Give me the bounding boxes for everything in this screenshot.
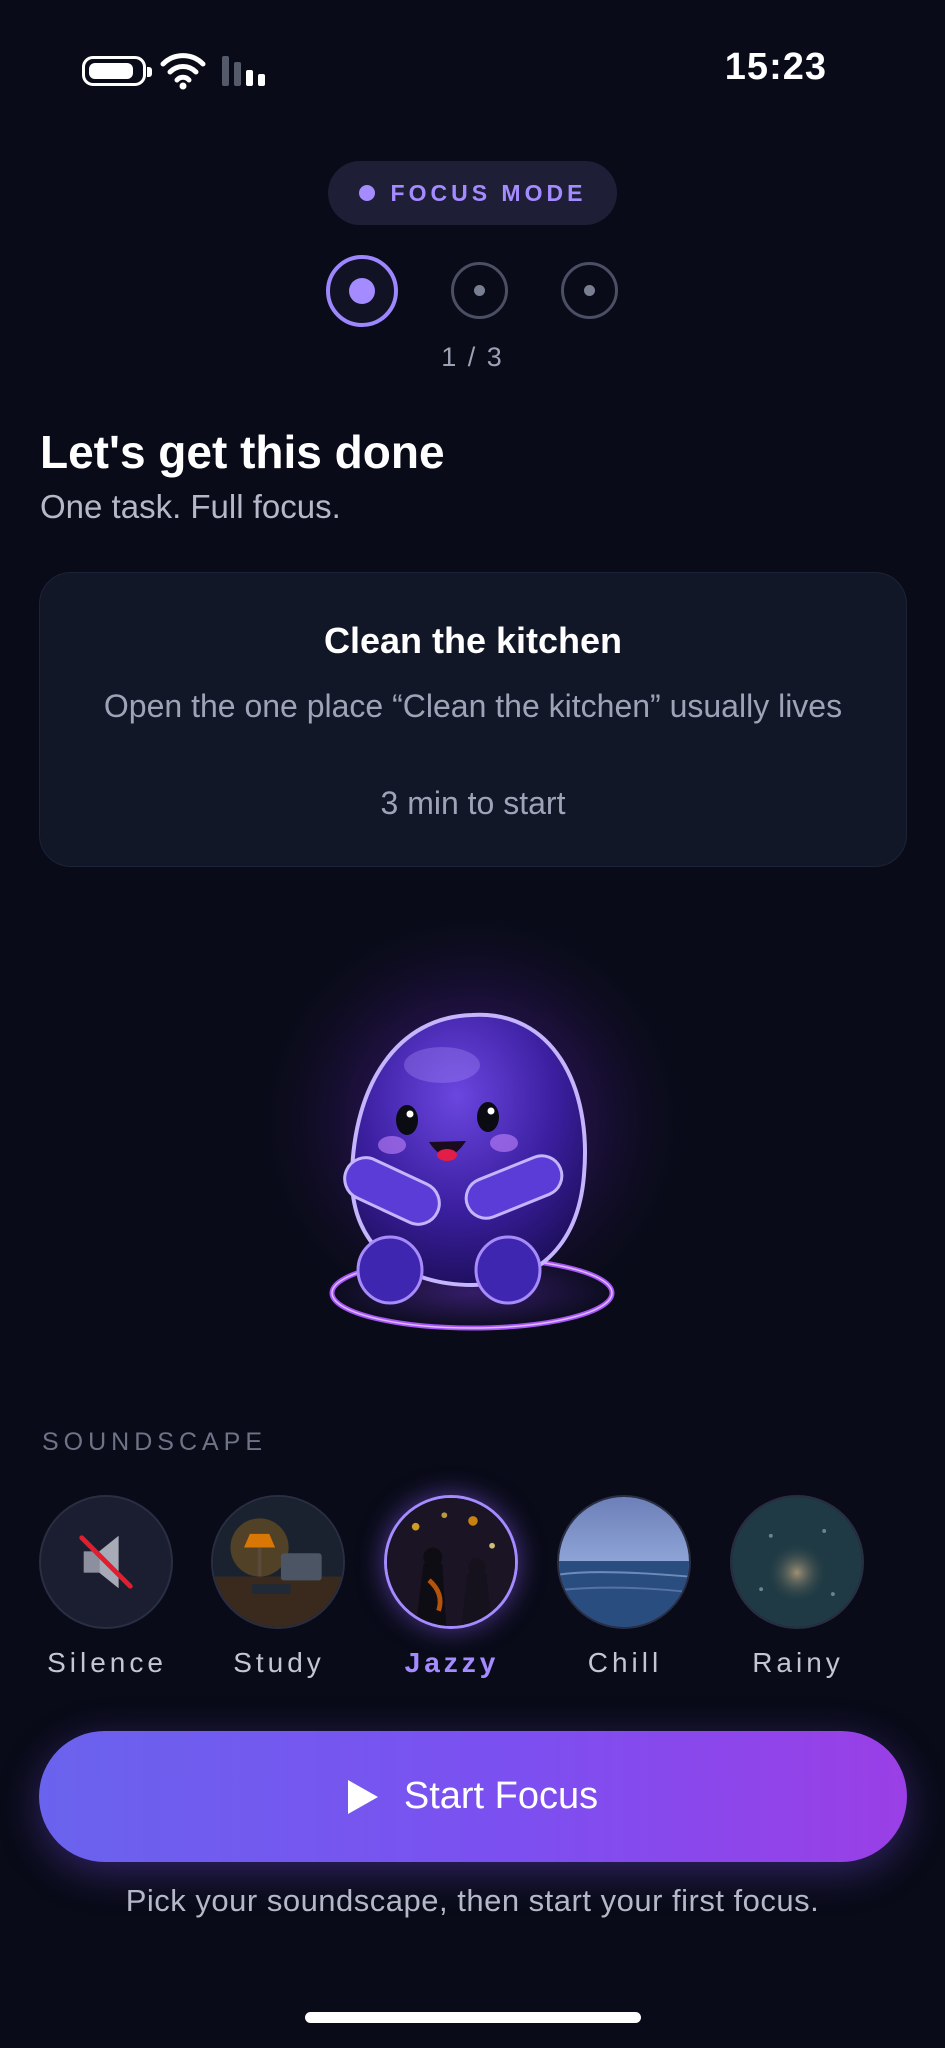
task-description: Open the one place “Clean the kitchen” u… (103, 688, 843, 724)
soundscape-name: Rainy (752, 1647, 844, 1678)
helper-text: Pick your soundscape, then start your fi… (125, 1883, 820, 1918)
mascot-illustration (242, 905, 702, 1355)
start-focus-button[interactable]: Start Focus (39, 1731, 907, 1862)
soundscape-option-rainy[interactable]: Rainy (730, 1495, 866, 1678)
step-indicator-2 (451, 262, 508, 319)
jazzy-thumbnail (384, 1495, 518, 1629)
rainy-thumbnail (730, 1495, 864, 1629)
soundscape-name: Study (233, 1647, 325, 1678)
soundscape-option-silence[interactable]: Silence (39, 1495, 175, 1678)
step-counter: 1 / 3 (441, 342, 504, 372)
soundscape-option-chill[interactable]: Chill (557, 1495, 693, 1678)
task-time-hint: 3 min to start (380, 785, 566, 821)
silence-thumbnail (39, 1495, 173, 1629)
soundscape-label: SOUNDSCAPE (42, 1428, 268, 1456)
soundscape-option-study[interactable]: Study (211, 1495, 347, 1678)
step-indicator-3 (561, 262, 618, 319)
study-thumbnail (211, 1495, 345, 1629)
soundscape-name: Silence (47, 1647, 167, 1678)
soundscape-name: Chill (587, 1647, 663, 1678)
status-bar: 15:23 (0, 0, 945, 140)
focus-mode-label: FOCUS MODE (390, 179, 587, 206)
status-time: 15:23 (724, 46, 827, 88)
wifi-icon (160, 53, 206, 90)
task-title: Clean the kitchen (323, 620, 623, 661)
page-title: Let's get this done (40, 426, 445, 478)
battery-icon (82, 56, 152, 86)
play-icon (347, 1779, 378, 1814)
home-indicator[interactable] (305, 2012, 641, 2023)
focus-mode-badge: FOCUS MODE (328, 161, 617, 225)
soundscape-option-jazzy[interactable]: Jazzy (384, 1495, 520, 1678)
muted-speaker-icon (79, 1535, 133, 1589)
status-dot-icon (358, 185, 375, 201)
start-focus-label: Start Focus (403, 1775, 599, 1817)
page-subtitle: One task. Full focus. (40, 488, 341, 525)
task-card[interactable]: Clean the kitchen Open the one place “Cl… (39, 572, 907, 867)
soundscape-name: Jazzy (404, 1647, 500, 1678)
chill-thumbnail (557, 1495, 691, 1629)
step-indicator-1 (326, 255, 398, 327)
cellular-signal-icon (222, 56, 265, 86)
